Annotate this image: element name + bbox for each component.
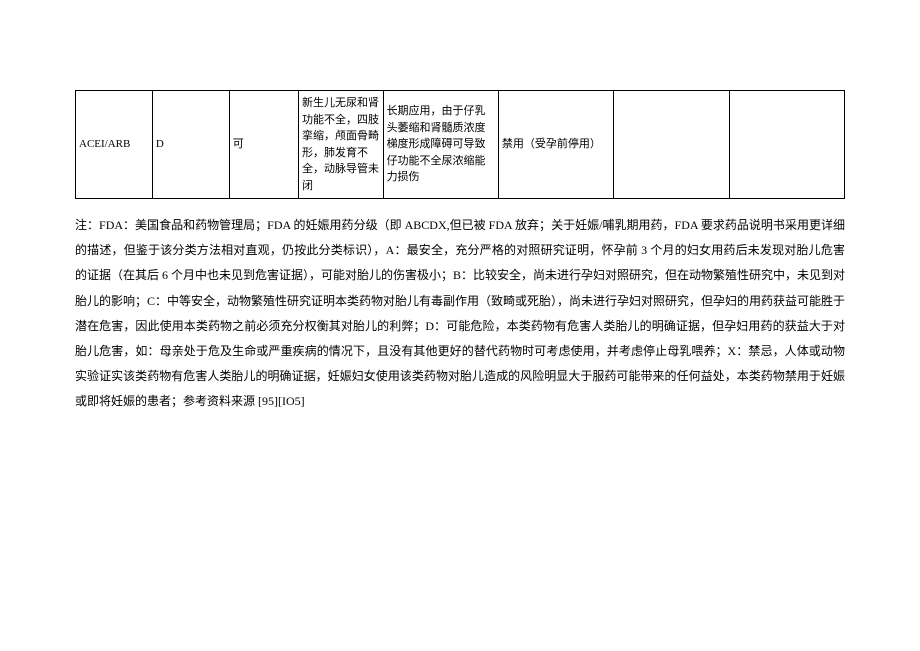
cell-empty-2 xyxy=(729,91,844,199)
footnote: 注：FDA：美国食品和药物管理局；FDA 的妊娠用药分级（即 ABCDX,但已被… xyxy=(75,213,845,415)
cell-restriction: 禁用（受孕前停用） xyxy=(498,91,613,199)
cell-newborn-effect: 新生儿无尿和肾功能不全，四肢挛缩，颅面骨畸形，肺发育不全，动脉导管未闭 xyxy=(298,91,383,199)
cell-usable: 可 xyxy=(229,91,298,199)
cell-longterm-effect: 长期应用，由于仔乳头萎缩和肾髓质浓度梯度形成障碍可导致仔功能不全尿浓缩能力损伤 xyxy=(383,91,498,199)
cell-drug-name: ACEI/ARB xyxy=(76,91,153,199)
cell-empty-1 xyxy=(614,91,729,199)
cell-fda-grade: D xyxy=(152,91,229,199)
table-row: ACEI/ARB D 可 新生儿无尿和肾功能不全，四肢挛缩，颅面骨畸形，肺发育不… xyxy=(76,91,845,199)
drug-table: ACEI/ARB D 可 新生儿无尿和肾功能不全，四肢挛缩，颅面骨畸形，肺发育不… xyxy=(75,90,845,199)
